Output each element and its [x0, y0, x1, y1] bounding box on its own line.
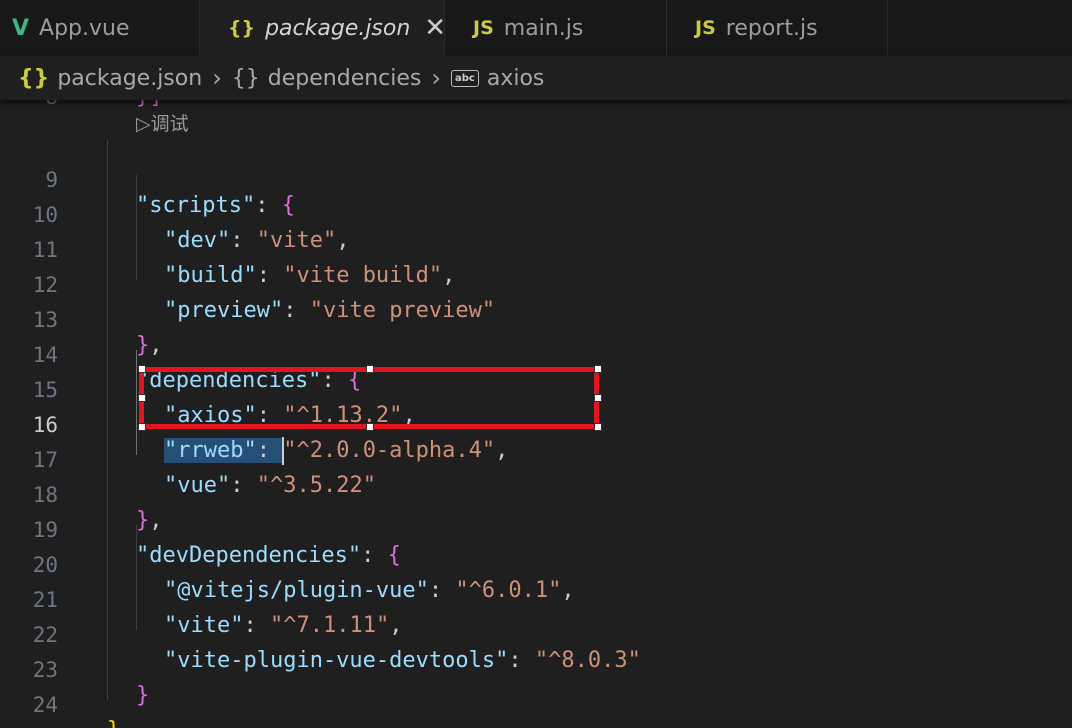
resize-handle[interactable]: [366, 365, 374, 373]
resize-handle[interactable]: [594, 365, 602, 373]
chevron-right-icon: ›: [431, 64, 441, 92]
breadcrumb: {} package.json › {} dependencies › abc …: [0, 56, 1072, 100]
vue-file-icon: V: [12, 15, 30, 41]
code-line: 24 }: [0, 663, 1072, 728]
js-file-icon: JS: [473, 17, 494, 39]
tab-label: App.vue: [39, 15, 130, 41]
json-braces-icon: {}: [18, 65, 50, 91]
string-property-icon: abc: [451, 69, 479, 87]
tab-main-js[interactable]: JS main.js: [445, 0, 667, 56]
code-line: 25: [0, 698, 1072, 728]
tab-label: report.js: [725, 15, 818, 41]
code-line: 21 "vite": "^7.1.11",: [0, 558, 1072, 638]
tab-label: package.json: [265, 15, 411, 41]
breadcrumb-item[interactable]: axios: [487, 66, 545, 91]
json-file-icon: {}: [228, 17, 256, 39]
resize-handle[interactable]: [138, 394, 146, 402]
line-number: 8: [0, 100, 58, 115]
code-line: 9 "scripts": {: [0, 138, 1072, 218]
annotation-rectangle[interactable]: [139, 367, 599, 429]
js-file-icon: JS: [695, 17, 716, 39]
code-line: 12 "preview": "vite preview": [0, 243, 1072, 323]
code-editor[interactable]: }] 8 ▷调试 9 "scripts": { 10 "dev": "vite"…: [0, 100, 1072, 728]
resize-handle[interactable]: [594, 394, 602, 402]
code-line: 23 }: [0, 628, 1072, 708]
tab-package-json[interactable]: {} package.json ✕: [200, 0, 446, 56]
breadcrumb-section[interactable]: dependencies: [268, 66, 422, 91]
resize-handle[interactable]: [138, 365, 146, 373]
object-braces-icon: {}: [231, 65, 260, 91]
code-line: 19 "devDependencies": {: [0, 488, 1072, 568]
tab-app-vue[interactable]: V App.vue: [0, 0, 200, 56]
tab-report-js[interactable]: JS report.js: [667, 0, 888, 56]
debug-codelens[interactable]: ▷调试: [136, 112, 189, 136]
code-line: 11 "build": "vite build",: [0, 208, 1072, 288]
code-line: 10 "dev": "vite",: [0, 173, 1072, 253]
code-line: 18 },: [0, 453, 1072, 533]
code-line: 13 },: [0, 278, 1072, 358]
resize-handle[interactable]: [138, 423, 146, 431]
code-line: 22 "vite-plugin-vue-devtools": "^8.0.3": [0, 593, 1072, 673]
close-icon[interactable]: ✕: [424, 15, 446, 41]
breadcrumb-file[interactable]: package.json: [57, 66, 202, 91]
editor-tab-bar: V App.vue {} package.json ✕ JS main.js J…: [0, 0, 1072, 56]
chevron-right-icon: ›: [212, 64, 222, 92]
scrolled-line-remnant: }]: [136, 100, 163, 109]
code-line: 14 "dependencies": {: [0, 313, 1072, 393]
resize-handle[interactable]: [366, 423, 374, 431]
tab-label: main.js: [503, 15, 584, 41]
resize-handle[interactable]: [594, 423, 602, 431]
code-line: 20 "@vitejs/plugin-vue": "^6.0.1",: [0, 523, 1072, 603]
line-number: 25: [0, 723, 58, 728]
